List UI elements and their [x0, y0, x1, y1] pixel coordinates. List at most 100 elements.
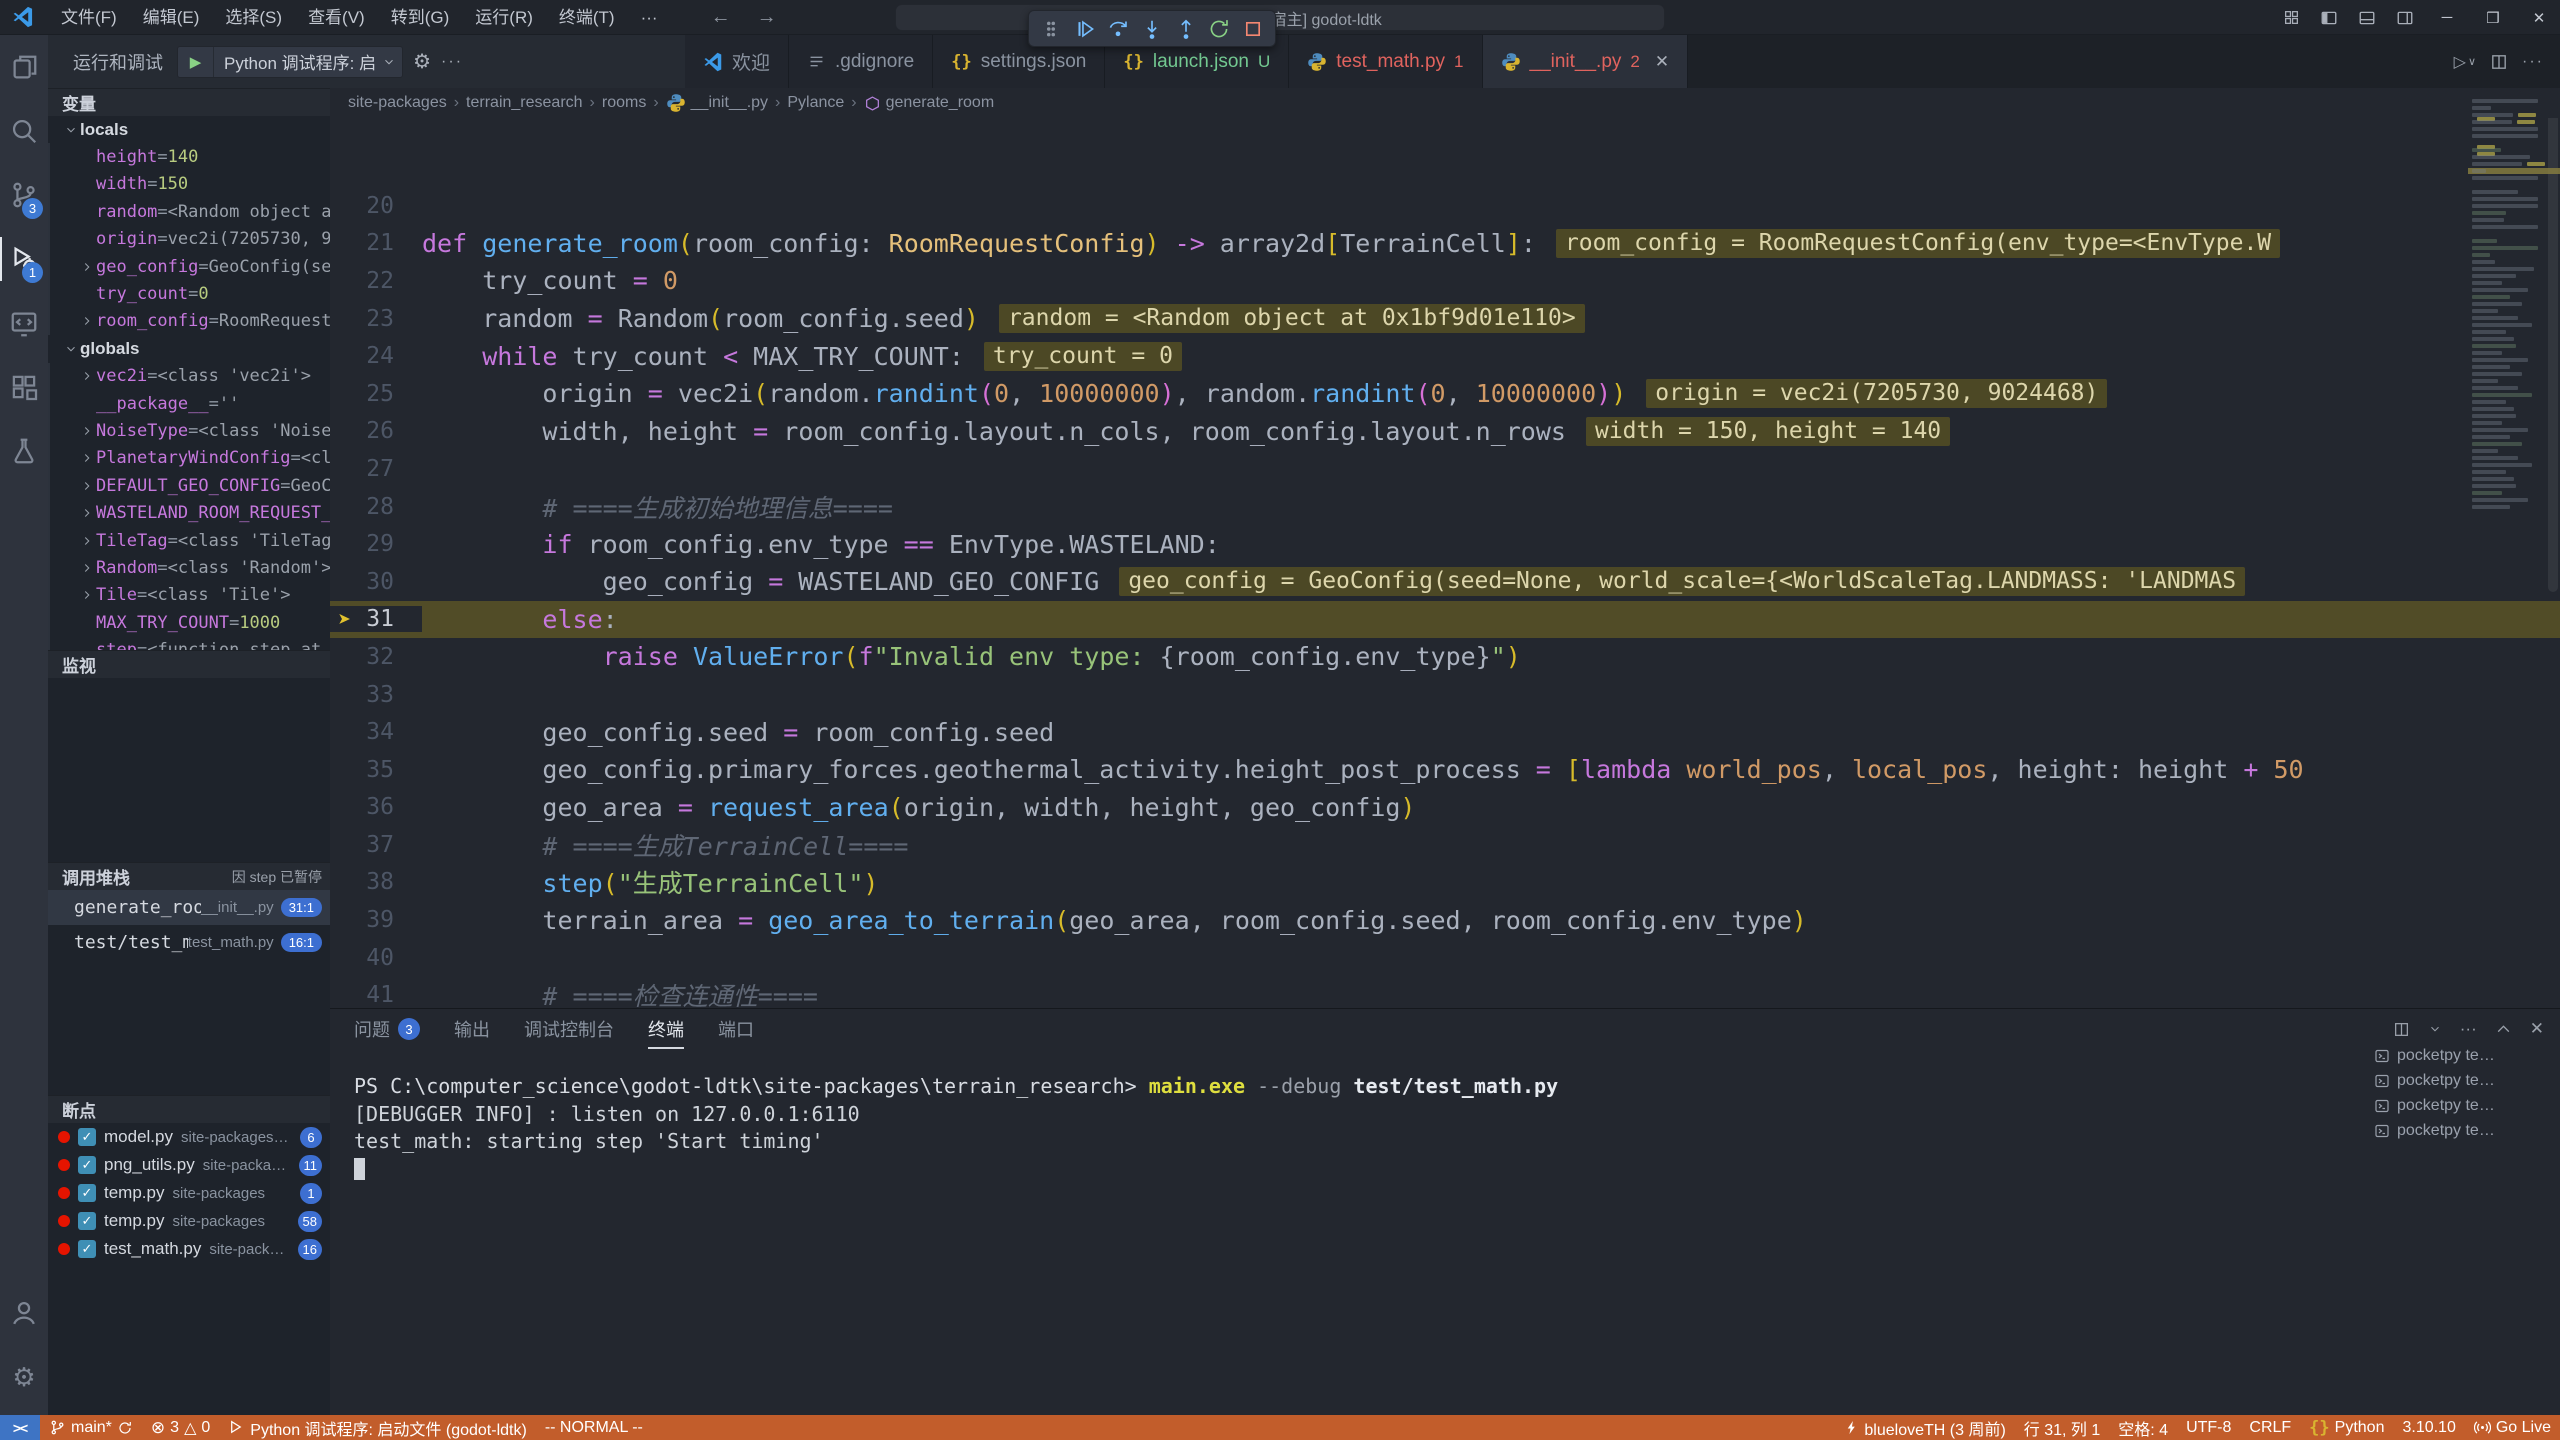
- start-debug-icon[interactable]: ▶: [178, 47, 214, 77]
- more-actions-icon[interactable]: ···: [441, 53, 463, 71]
- breadcrumb-item[interactable]: __init__.py: [666, 93, 768, 113]
- status-python-version[interactable]: 3.10.10: [2393, 1415, 2464, 1440]
- code-line-36[interactable]: 36 geo_area = request_area(origin, width…: [330, 789, 2560, 827]
- panel-tab-终端[interactable]: 终端: [648, 1009, 684, 1049]
- variable-row[interactable]: origin = vec2i(7205730, 9024468): [48, 226, 330, 253]
- code-line-31[interactable]: 31➤ else:: [330, 601, 2560, 639]
- breadcrumb-item[interactable]: Pylance: [787, 94, 844, 112]
- variable-row[interactable]: height = 140: [48, 143, 330, 170]
- menu-item-F[interactable]: 文件(F): [48, 0, 130, 35]
- nav-forward-icon[interactable]: →: [757, 6, 777, 29]
- stack-frame[interactable]: generate_room__init__.py31:1: [48, 890, 330, 925]
- breakpoint-row[interactable]: ✓test_math.pysite-packages\terrain_res…1…: [48, 1235, 330, 1263]
- breakpoint-checkbox[interactable]: ✓: [78, 1184, 96, 1202]
- code-line-25[interactable]: 25 origin = vec2i(random.randint(0, 1000…: [330, 375, 2560, 413]
- status-language[interactable]: {}Python: [2300, 1415, 2393, 1440]
- breakpoint-checkbox[interactable]: ✓: [78, 1240, 96, 1258]
- menu-item-G[interactable]: 转到(G): [378, 0, 463, 35]
- activity-testing[interactable]: [0, 419, 48, 483]
- gear-icon[interactable]: ⚙: [413, 49, 431, 74]
- activity-files[interactable]: [0, 35, 48, 99]
- status-encoding[interactable]: UTF-8: [2177, 1415, 2240, 1440]
- variable-row[interactable]: PlanetaryWindConfig = <class 'Planeta…: [48, 445, 330, 472]
- activity-extensions[interactable]: [0, 355, 48, 419]
- code-line-38[interactable]: 38 step("生成TerrainCell"): [330, 864, 2560, 902]
- menu-item-R[interactable]: 运行(R): [462, 0, 546, 35]
- activity-run-debug[interactable]: 1: [0, 227, 48, 291]
- activity-remote-explorer[interactable]: [0, 291, 48, 355]
- split-editor-icon[interactable]: [2490, 53, 2508, 71]
- status-vim-mode[interactable]: -- NORMAL --: [536, 1415, 652, 1440]
- variable-row[interactable]: width = 150: [48, 171, 330, 198]
- tab-close-icon[interactable]: ✕: [1655, 52, 1669, 72]
- code-line-39[interactable]: 39 terrain_area = geo_area_to_terrain(ge…: [330, 901, 2560, 939]
- terminal-instance[interactable]: pocketpy te…: [2374, 1043, 2554, 1068]
- breakpoint-row[interactable]: ✓temp.pysite-packages1: [48, 1179, 330, 1207]
- layout-left-icon[interactable]: [2312, 0, 2346, 35]
- breadcrumb-item[interactable]: rooms: [602, 94, 646, 112]
- status-indentation[interactable]: 空格: 4: [2109, 1415, 2177, 1440]
- variable-row[interactable]: NoiseType = <class 'NoiseType'>: [48, 417, 330, 444]
- menu-item-[interactable]: ···: [628, 0, 671, 35]
- activity-account[interactable]: [0, 1281, 48, 1345]
- terminal-instance[interactable]: pocketpy te…: [2374, 1093, 2554, 1118]
- code-line-28[interactable]: 28 # ====生成初始地理信息====: [330, 488, 2560, 526]
- status-eol[interactable]: CRLF: [2240, 1415, 2300, 1440]
- menu-item-S[interactable]: 选择(S): [212, 0, 295, 35]
- variable-row[interactable]: WASTELAND_ROOM_REQUEST_CONFIG = RoomR…: [48, 499, 330, 526]
- variable-row[interactable]: step = <function step at 0x1bf8d716d…: [48, 636, 330, 650]
- code-line-21[interactable]: 21def generate_room(room_config: RoomReq…: [330, 225, 2560, 263]
- run-python-file-icon[interactable]: ▷∨: [2454, 52, 2476, 72]
- variable-row[interactable]: Random = <class 'Random'>: [48, 554, 330, 581]
- activity-search[interactable]: [0, 99, 48, 163]
- breakpoints-section-header[interactable]: 断点: [48, 1095, 330, 1123]
- breakpoint-checkbox[interactable]: ✓: [78, 1212, 96, 1230]
- editor-scrollbar[interactable]: [2546, 88, 2560, 1008]
- panel-more-icon[interactable]: ···: [2460, 1019, 2477, 1039]
- menu-item-V[interactable]: 查看(V): [295, 0, 378, 35]
- editor-more-icon[interactable]: ···: [2522, 53, 2544, 71]
- variable-row[interactable]: TileTag = <class 'TileTag'>: [48, 527, 330, 554]
- scrollbar-slider[interactable]: [2548, 92, 2558, 592]
- variable-group-globals[interactable]: globals: [48, 335, 330, 362]
- terminal-instance[interactable]: pocketpy te…: [2374, 1118, 2554, 1143]
- debug-step-out-icon[interactable]: [1170, 14, 1202, 44]
- breadcrumb-item[interactable]: site-packages: [348, 94, 447, 112]
- window-close-icon[interactable]: ✕: [2518, 0, 2560, 35]
- status-go-live[interactable]: Go Live: [2465, 1415, 2560, 1440]
- variable-row[interactable]: __package__ = '': [48, 390, 330, 417]
- code-line-20[interactable]: 20: [330, 187, 2560, 225]
- debug-restart-icon[interactable]: [1204, 14, 1236, 44]
- tab-test_math.py[interactable]: test_math.py1: [1289, 35, 1482, 88]
- menu-item-T[interactable]: 终端(T): [546, 0, 628, 35]
- code-line-32[interactable]: 32 raise ValueError(f"Invalid env type: …: [330, 638, 2560, 676]
- code-line-35[interactable]: 35 geo_config.primary_forces.geothermal_…: [330, 751, 2560, 789]
- activity-source-control[interactable]: 3: [0, 163, 48, 227]
- code-line-33[interactable]: 33: [330, 676, 2560, 714]
- terminal-instance[interactable]: pocketpy te…: [2374, 1068, 2554, 1093]
- terminal-output[interactable]: PS C:\computer_science\godot-ldtk\site-p…: [354, 1073, 2360, 1407]
- breakpoint-row[interactable]: ✓png_utils.pysite-packages\wfc11: [48, 1151, 330, 1179]
- variables-section-header[interactable]: 变量: [48, 88, 330, 116]
- tab-__init__.py[interactable]: __init__.py2✕: [1483, 35, 1689, 88]
- launch-config-select[interactable]: ▶ Python 调试程序: 启: [177, 46, 403, 78]
- panel-close-icon[interactable]: ✕: [2530, 1019, 2544, 1039]
- layout-right-icon[interactable]: [2388, 0, 2422, 35]
- window-minimize-icon[interactable]: ─: [2426, 0, 2468, 35]
- variable-row[interactable]: DEFAULT_GEO_CONFIG = GeoConfig(seed=1…: [48, 472, 330, 499]
- breakpoint-row[interactable]: ✓temp.pysite-packages58: [48, 1207, 330, 1235]
- debug-continue-icon[interactable]: [1069, 14, 1101, 44]
- variable-row[interactable]: random = <Random object at 0x1bf9d01e…: [48, 198, 330, 225]
- variable-group-locals[interactable]: locals: [48, 116, 330, 143]
- debug-stop-icon[interactable]: [1237, 14, 1269, 44]
- code-line-23[interactable]: 23 random = Random(room_config.seed)rand…: [330, 300, 2560, 338]
- code-line-24[interactable]: 24 while try_count < MAX_TRY_COUNT:try_c…: [330, 337, 2560, 375]
- watch-section-header[interactable]: 监视: [48, 650, 330, 678]
- debug-step-over-icon[interactable]: [1102, 14, 1134, 44]
- code-line-27[interactable]: 27: [330, 450, 2560, 488]
- code-line-30[interactable]: 30 geo_config = WASTELAND_GEO_CONFIGgeo_…: [330, 563, 2560, 601]
- variable-row[interactable]: room_config = RoomRequestConfig(env_t…: [48, 308, 330, 335]
- stack-frame[interactable]: test/test_math.pytest_math.py16:1: [48, 925, 330, 960]
- variable-row[interactable]: try_count = 0: [48, 280, 330, 307]
- code-line-40[interactable]: 40: [330, 939, 2560, 977]
